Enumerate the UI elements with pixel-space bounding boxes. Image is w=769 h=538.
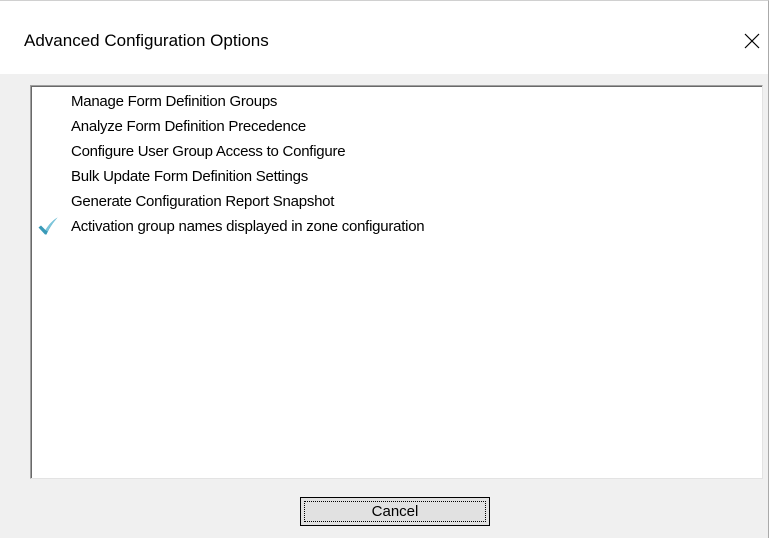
cancel-button[interactable]: Cancel	[300, 497, 490, 526]
close-button[interactable]	[736, 21, 768, 61]
list-item-label: Configure User Group Access to Configure	[71, 143, 346, 160]
dialog-titlebar: Advanced Configuration Options	[0, 1, 768, 74]
checkmark-icon	[38, 217, 58, 235]
list-item-label: Manage Form Definition Groups	[71, 93, 278, 110]
list-item-configure-user-group-access[interactable]: Configure User Group Access to Configure	[31, 140, 731, 164]
list-item-analyze-form-definition-precedence[interactable]: Analyze Form Definition Precedence	[31, 115, 731, 139]
list-item-label: Analyze Form Definition Precedence	[71, 118, 306, 135]
list-item-generate-configuration-report-snapshot[interactable]: Generate Configuration Report Snapshot	[31, 190, 731, 214]
close-icon	[744, 33, 760, 49]
list-item-label: Bulk Update Form Definition Settings	[71, 168, 308, 185]
list-item-label: Activation group names displayed in zone…	[71, 218, 425, 235]
options-list[interactable]: Manage Form Definition Groups Analyze Fo…	[30, 85, 763, 479]
list-item-manage-form-definition-groups[interactable]: Manage Form Definition Groups	[31, 90, 731, 114]
cancel-button-label: Cancel	[371, 503, 419, 520]
list-item-activation-group-names[interactable]: Activation group names displayed in zone…	[31, 215, 731, 239]
advanced-configuration-dialog: Advanced Configuration Options Manage Fo…	[0, 0, 769, 538]
list-item-label: Generate Configuration Report Snapshot	[71, 193, 335, 210]
list-item-bulk-update-form-definition-settings[interactable]: Bulk Update Form Definition Settings	[31, 165, 731, 189]
dialog-title: Advanced Configuration Options	[24, 31, 269, 50]
